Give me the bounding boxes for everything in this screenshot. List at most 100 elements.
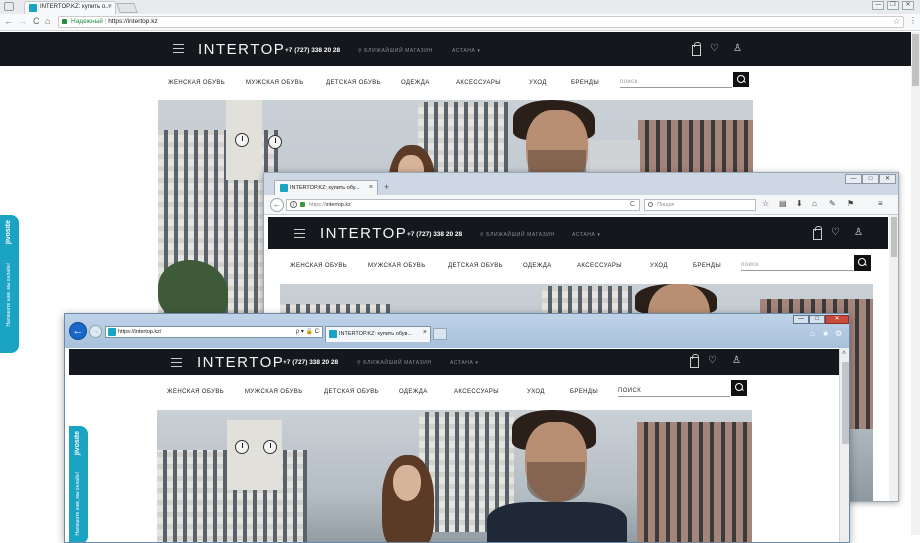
city-selector[interactable]: АСТАНА ▾ xyxy=(572,232,601,238)
hero-banner[interactable] xyxy=(157,410,752,542)
library-icon[interactable]: ▤ xyxy=(779,199,787,208)
search-input[interactable]: ПОИСК xyxy=(618,388,730,397)
nav-care[interactable]: УХОД xyxy=(650,263,668,269)
nav-women-shoes[interactable]: ЖЕНСКАЯ ОБУВЬ xyxy=(167,389,224,395)
search-button[interactable] xyxy=(733,72,749,87)
reload-icon[interactable]: C xyxy=(33,16,40,26)
city-selector[interactable]: АСТАНА ▾ xyxy=(452,48,481,54)
nearest-store-link[interactable]: ⚲ БЛИЖАЙШИЙ МАГАЗИН xyxy=(358,48,433,54)
hamburger-icon[interactable] xyxy=(294,229,305,238)
nav-accessories[interactable]: АКСЕССУАРЫ xyxy=(456,80,501,86)
screenshot-icon[interactable]: ✎ xyxy=(829,199,836,208)
heart-icon[interactable]: ♡ xyxy=(710,44,719,54)
nav-brands[interactable]: БРЕНДЫ xyxy=(570,389,598,395)
scrollbar-thumb[interactable] xyxy=(842,362,849,444)
close-tab-icon[interactable]: × xyxy=(423,329,427,336)
close-tab-icon[interactable]: × xyxy=(108,3,112,10)
nav-clothing[interactable]: ОДЕЖДА xyxy=(523,263,552,269)
maximize-button[interactable]: ❐ xyxy=(887,1,899,10)
firefox-tab[interactable]: INTERTOP.KZ: купить обу... × xyxy=(274,180,378,195)
maximize-button[interactable]: □ xyxy=(862,174,879,184)
nav-clothing[interactable]: ОДЕЖДА xyxy=(401,80,430,86)
search-input[interactable]: поиск xyxy=(620,79,732,88)
home-icon[interactable]: ⌂ xyxy=(810,329,815,338)
bookmark-star-icon[interactable]: ☆ xyxy=(893,17,900,27)
heart-icon[interactable]: ♡ xyxy=(831,228,840,238)
minimize-button[interactable]: — xyxy=(845,174,862,184)
bookmark-star-icon[interactable]: ☆ xyxy=(762,199,769,208)
maximize-button[interactable]: □ xyxy=(809,315,825,324)
hamburger-icon[interactable] xyxy=(171,358,182,367)
chrome-tab[interactable]: INTERTOP.KZ: купить о... × xyxy=(24,1,116,14)
search-input[interactable]: поиск xyxy=(741,262,853,271)
close-window-button[interactable]: ✕ xyxy=(902,1,914,10)
reload-icon[interactable]: C xyxy=(630,200,635,210)
user-icon[interactable]: ♙ xyxy=(854,228,863,238)
chrome-menu-icon[interactable]: ⋮ xyxy=(909,16,917,25)
phone-number[interactable]: +7 (727) 338 20 28 xyxy=(407,231,462,238)
ie-tab[interactable]: INTERTOP.KZ: купить обув... × xyxy=(325,326,431,342)
shopping-bag-icon[interactable] xyxy=(813,226,822,240)
nav-brands[interactable]: БРЕНДЫ xyxy=(571,80,599,86)
search-button[interactable] xyxy=(854,255,871,271)
scrollbar-thumb[interactable] xyxy=(912,34,919,86)
nearest-store-link[interactable]: ⚲ БЛИЖАЙШИЙ МАГАЗИН xyxy=(357,360,432,366)
forward-icon[interactable]: → xyxy=(89,325,102,338)
nav-care[interactable]: УХОД xyxy=(527,389,545,395)
site-logo[interactable]: INTERTOP xyxy=(197,354,284,371)
heart-icon[interactable]: ♡ xyxy=(708,356,717,366)
firefox-scrollbar[interactable] xyxy=(889,215,898,501)
shopping-bag-icon[interactable] xyxy=(692,42,701,56)
scroll-up-icon[interactable]: ˄ xyxy=(842,350,846,357)
nav-kids-shoes[interactable]: ДЕТСКАЯ ОБУВЬ xyxy=(448,263,503,269)
info-icon[interactable]: i xyxy=(290,201,297,208)
new-tab-button[interactable] xyxy=(433,328,447,340)
minimize-button[interactable]: — xyxy=(793,315,809,324)
nav-kids-shoes[interactable]: ДЕТСКАЯ ОБУВЬ xyxy=(326,80,381,86)
site-logo[interactable]: INTERTOP xyxy=(198,41,285,58)
menu-icon[interactable]: ≡ xyxy=(878,199,883,208)
nav-kids-shoes[interactable]: ДЕТСКАЯ ОБУВЬ xyxy=(324,389,379,395)
shopping-bag-icon[interactable] xyxy=(690,354,699,368)
extension-icon[interactable]: ⚑ xyxy=(847,199,854,208)
nav-accessories[interactable]: АКСЕССУАРЫ xyxy=(577,263,622,269)
site-logo[interactable]: INTERTOP xyxy=(320,225,407,242)
jivosite-chat-widget[interactable]: jivosite Напишите нам, мы онлайн! xyxy=(69,426,88,542)
ie-scrollbar[interactable]: ˄ xyxy=(839,348,849,542)
new-tab-button[interactable] xyxy=(116,3,138,13)
address-bar[interactable]: https://intertop.kz/ ρ ▾ 🔒 C xyxy=(105,326,323,338)
user-icon[interactable]: ♙ xyxy=(733,44,742,54)
back-icon[interactable]: ← xyxy=(270,198,284,212)
phone-number[interactable]: +7 (727) 338 20 28 xyxy=(283,359,338,366)
phone-number[interactable]: +7 (727) 338 20 28 xyxy=(285,47,340,54)
home-icon[interactable]: ⌂ xyxy=(45,16,50,26)
minimize-button[interactable]: — xyxy=(872,1,884,10)
scrollbar-thumb[interactable] xyxy=(891,217,897,257)
jivosite-chat-widget[interactable]: jivosite Напишите нам, мы онлайн! xyxy=(0,215,19,353)
address-bar[interactable]: i https://intertop.kz C xyxy=(286,199,640,211)
back-icon[interactable]: ← xyxy=(69,322,87,340)
nearest-store-link[interactable]: ⚲ БЛИЖАЙШИЙ МАГАЗИН xyxy=(480,232,555,238)
forward-icon[interactable]: → xyxy=(18,16,27,26)
home-icon[interactable]: ⌂ xyxy=(812,199,817,208)
city-selector[interactable]: АСТАНА ▾ xyxy=(450,360,479,366)
settings-gear-icon[interactable]: ⚙ xyxy=(835,329,842,338)
address-bar[interactable]: Надежный | https://intertop.kz ☆ xyxy=(58,16,904,28)
new-tab-icon[interactable]: + xyxy=(384,182,389,192)
download-icon[interactable]: ⬇ xyxy=(796,199,803,208)
chrome-scrollbar[interactable] xyxy=(911,32,920,535)
nav-men-shoes[interactable]: МУЖСКАЯ ОБУВЬ xyxy=(368,263,426,269)
back-icon[interactable]: ← xyxy=(4,16,13,26)
close-tab-icon[interactable]: × xyxy=(369,184,373,191)
nav-care[interactable]: УХОД xyxy=(529,80,547,86)
nav-women-shoes[interactable]: ЖЕНСКАЯ ОБУВЬ xyxy=(290,263,347,269)
nav-brands[interactable]: БРЕНДЫ xyxy=(693,263,721,269)
close-window-button[interactable]: ✕ xyxy=(879,174,896,184)
address-controls[interactable]: ρ ▾ 🔒 C xyxy=(296,327,319,337)
favorites-star-icon[interactable]: ★ xyxy=(822,329,829,338)
search-field[interactable]: Пошук xyxy=(644,199,756,211)
nav-women-shoes[interactable]: ЖЕНСКАЯ ОБУВЬ xyxy=(168,80,225,86)
user-icon[interactable]: ♙ xyxy=(732,356,741,366)
nav-accessories[interactable]: АКСЕССУАРЫ xyxy=(454,389,499,395)
nav-clothing[interactable]: ОДЕЖДА xyxy=(399,389,428,395)
